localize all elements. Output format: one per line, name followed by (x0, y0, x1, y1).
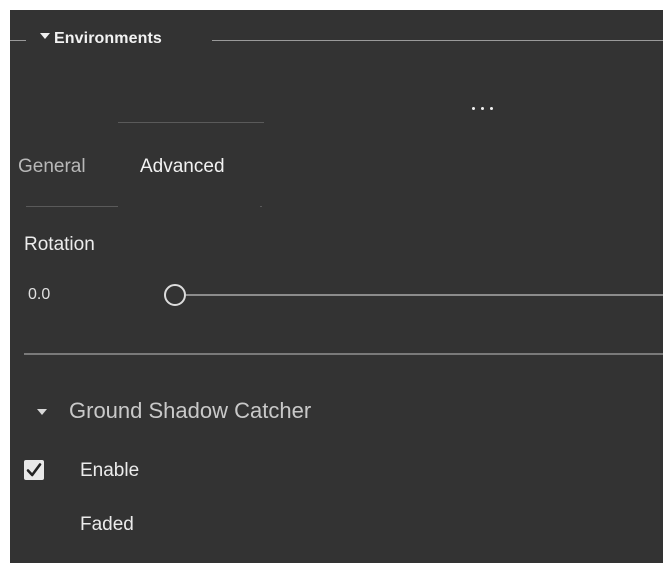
collapse-caret-icon[interactable] (40, 33, 50, 39)
rotation-value: 0.0 (28, 286, 51, 303)
more-options-button[interactable] (464, 98, 500, 116)
header-line-right (212, 40, 663, 41)
ellipsis-dot (481, 107, 484, 110)
environments-panel: Environments General Advanced Rotation 0… (10, 10, 663, 563)
section-title: Environments (54, 30, 162, 47)
ground-shadow-title: Ground Shadow Catcher (69, 398, 312, 423)
tab-advanced[interactable]: Advanced (140, 156, 225, 178)
enable-label: Enable (80, 460, 140, 481)
rotation-slider-track[interactable] (186, 294, 663, 296)
tab-underline-mark (260, 206, 262, 207)
ground-shadow-header[interactable]: Ground Shadow Catcher (10, 398, 663, 426)
section-divider (24, 353, 663, 355)
rotation-label: Rotation (24, 234, 95, 255)
header-line-left (10, 40, 26, 41)
ellipsis-dot (490, 107, 493, 110)
checkmark-icon (26, 463, 42, 477)
tab-general[interactable]: General (18, 156, 86, 178)
enable-checkbox[interactable] (24, 460, 44, 480)
environments-section-header[interactable]: Environments (10, 28, 663, 52)
faded-label[interactable]: Faded (80, 514, 134, 536)
rotation-slider-thumb[interactable] (164, 284, 186, 306)
tab-underline (26, 206, 118, 207)
ellipsis-icon (472, 107, 475, 110)
tab-bar-line (118, 122, 264, 123)
expand-caret-icon[interactable] (37, 409, 47, 415)
